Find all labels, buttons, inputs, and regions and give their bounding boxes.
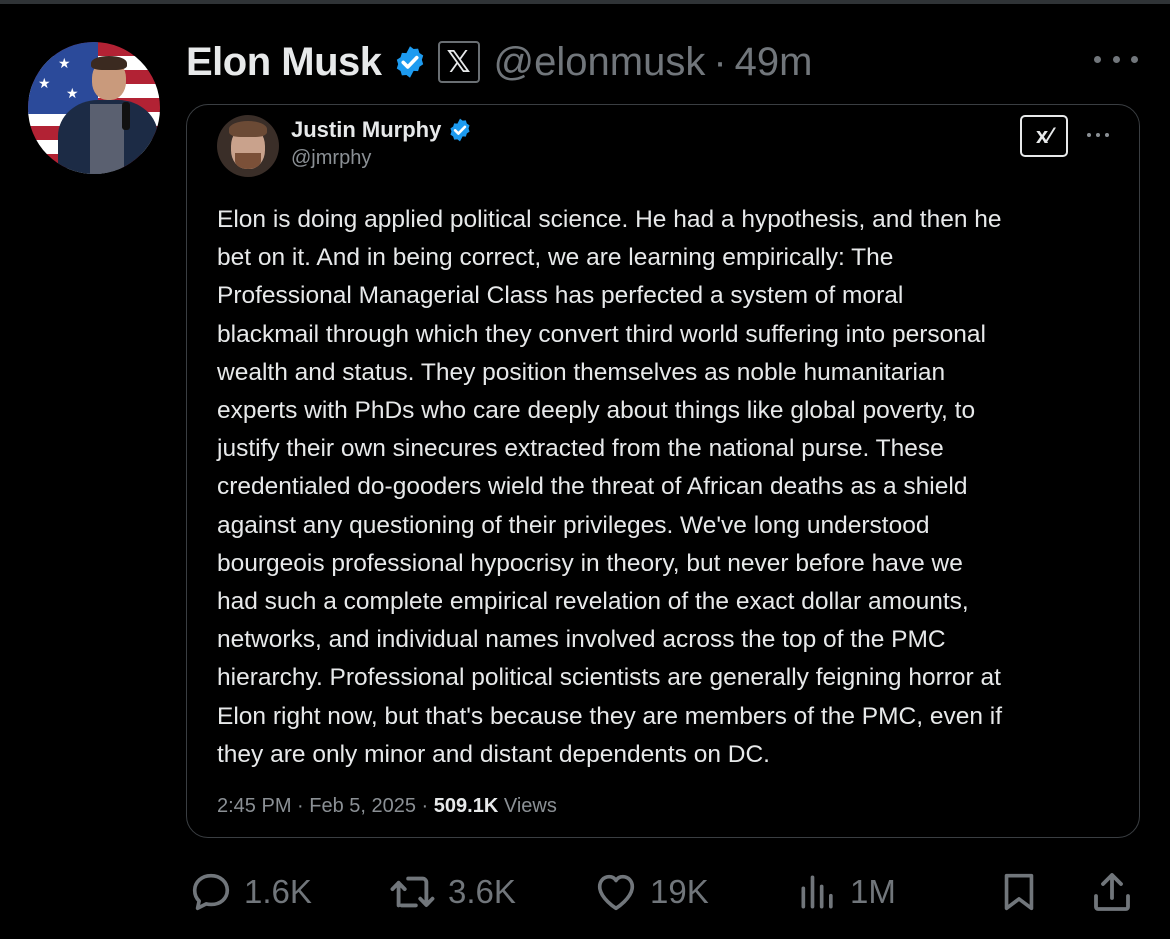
quoted-post-text: Elon is doing applied political science.… [217,201,1122,774]
quoted-timestamp[interactable]: 2:45 PM · Feb 5, 2025 · [217,795,434,817]
more-options-icon[interactable] [1094,44,1138,74]
meta-separator: · [713,39,727,84]
share-icon [1094,873,1130,911]
views-count: 1M [850,873,896,910]
text-line: hierarchy. Professional political scient… [217,664,1001,692]
flag-star-icon: ★ [66,85,79,101]
flag-star-icon: ★ [38,75,51,91]
repost-count: 3.6K [448,873,516,910]
bookmark-icon [1004,873,1034,911]
text-line: against any questioning of their privile… [217,511,930,539]
grok-icon[interactable]: x⁄ [1020,115,1068,157]
flag-star-icon: ★ [58,55,71,71]
microphone-icon [122,102,130,130]
avatar-person-hair [91,56,127,70]
verified-badge-icon[interactable] [447,117,473,143]
ellipsis-dot [1131,55,1138,63]
text-line: blackmail through which they convert thi… [217,320,986,348]
like-count: 19K [650,873,709,910]
text-line: experts with PhDs who care deeply about … [217,397,976,425]
text-line: bourgeois professional hypocrisy in theo… [217,549,963,577]
text-line: Elon right now, but that's because they … [217,702,1003,730]
ellipsis-dot [1087,133,1091,137]
ellipsis-dot [1094,55,1101,63]
like-button[interactable]: 19K [592,862,709,922]
quoted-author-handle[interactable]: @jmrphy [291,147,371,170]
author-handle[interactable]: @elonmusk [494,40,706,85]
affiliate-x-badge-icon[interactable]: 𝕏 [437,41,480,83]
action-bar: 1.6K 3.6K 19K 1M [0,862,1170,922]
quoted-post-meta: 2:45 PM · Feb 5, 2025 · 509.1K Views [217,795,557,818]
flag-star-icon: ★ [36,49,49,65]
quoted-author-row: Justin Murphy [291,117,473,143]
ellipsis-dot [1105,133,1109,137]
reply-button[interactable]: 1.6K [188,862,312,922]
author-avatar[interactable]: ★ ★ ★ ★ [28,42,160,174]
text-line: had such a complete empirical revelation… [217,588,969,616]
reply-icon [192,873,230,911]
text-line: justify their own sinecures extracted fr… [217,435,944,463]
views-button[interactable]: 1M [796,862,896,922]
text-line: wealth and status. They position themsel… [217,358,946,386]
quoted-views-label: Views [498,795,557,817]
author-name[interactable]: Elon Musk [186,40,382,85]
post-time[interactable]: 49m [735,40,813,85]
share-button[interactable] [1088,862,1136,922]
text-line: bet on it. And in being correct, we are … [217,244,894,272]
analytics-icon [801,875,833,909]
top-divider [0,0,1170,4]
avatar-person-shirt [90,104,124,174]
quoted-post-card[interactable]: Justin Murphy @jmrphy x⁄ Elon is doing a… [186,104,1140,838]
repost-icon [390,876,435,908]
text-line: Elon is doing applied political science.… [217,206,1002,233]
text-line: Professional Managerial Class has perfec… [217,282,904,310]
text-line: networks, and individual names involved … [217,626,946,654]
quoted-author-name[interactable]: Justin Murphy [291,117,441,143]
quoted-more-options-icon[interactable] [1087,133,1109,139]
reply-count: 1.6K [244,873,312,910]
avatar-hair [229,121,267,137]
ellipsis-dot [1112,55,1120,63]
heart-icon [597,874,635,911]
text-line: credentialed do-gooders wield the threat… [217,473,968,501]
repost-button[interactable]: 3.6K [386,862,516,922]
quoted-author-avatar[interactable] [217,115,279,177]
post-header: Elon Musk 𝕏 @elonmusk · 49m [186,38,812,86]
verified-badge-icon[interactable] [392,44,428,80]
text-line: they are only minor and distant dependen… [217,740,770,768]
ellipsis-dot [1096,133,1100,137]
avatar-beard [235,153,261,169]
bookmark-button[interactable] [996,862,1042,922]
quoted-views-count: 509.1K [433,795,499,817]
